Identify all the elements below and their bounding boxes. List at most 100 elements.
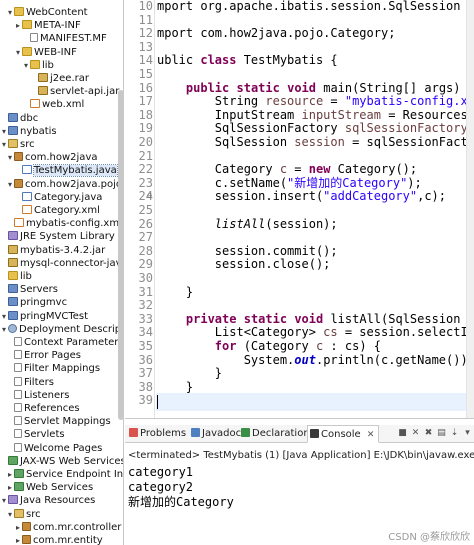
remove-all-icon[interactable]: ✖ <box>423 428 434 439</box>
tree-item[interactable]: Filter Mappings <box>6 362 100 375</box>
java-icon <box>22 165 32 174</box>
tree-item[interactable]: ▸ Web Services <box>6 481 93 494</box>
tree-item[interactable]: MANIFEST.MF <box>22 32 107 45</box>
code-editor[interactable]: 10 11 12 13 14 15 16 17 18 19 20 21 22 23 24 ⊖ 25 26 27 28 2… <box>125 0 474 418</box>
file-icon <box>14 363 22 372</box>
tab-declaration-label: Declaration <box>252 428 310 439</box>
tree-item[interactable]: ▾ Java Resources <box>0 494 95 507</box>
tree-item[interactable]: j2ee.rar <box>30 72 89 85</box>
tree-item[interactable]: pringmvc <box>0 296 67 309</box>
tree-item-label: web.xml <box>42 99 85 110</box>
terminate-icon[interactable]: ■ <box>397 428 408 439</box>
tree-item[interactable]: Error Pages <box>6 349 81 362</box>
scroll-lock-icon[interactable]: ⇣ <box>449 428 460 439</box>
close-icon[interactable]: ✕ <box>367 430 375 440</box>
tree-item[interactable]: JRE System Library [JavaS <box>0 230 123 243</box>
tree-item-label: WEB-INF <box>34 47 77 58</box>
tree-item[interactable]: Context Parameters <box>6 336 123 349</box>
expand-toggle-icon[interactable]: ▸ <box>14 19 22 32</box>
tree-item[interactable]: ▾ src <box>6 508 41 521</box>
tree-item[interactable]: ▾ nybatis <box>0 125 57 138</box>
console-launch-info: <terminated> TestMybatis (1) [Java Appli… <box>128 450 474 461</box>
expand-toggle-icon[interactable]: ▸ <box>6 468 14 481</box>
tree-item[interactable]: servlet-api.jar <box>30 85 119 98</box>
expand-toggle-icon[interactable]: ▾ <box>6 178 14 191</box>
tree-item[interactable]: Filters <box>6 376 54 389</box>
expand-toggle-icon[interactable]: ▾ <box>6 151 14 164</box>
tree-item[interactable]: ▸ Service Endpoint Interfa <box>6 468 123 481</box>
tree-item[interactable]: Welcome Pages <box>6 442 102 455</box>
remove-launch-icon[interactable]: ✕ <box>410 428 421 439</box>
tab-console[interactable]: Console ✕ <box>307 425 379 443</box>
tree-item[interactable]: JAX-WS Web Services <box>0 455 123 468</box>
code-line[interactable]: ublic class TestMybatis { <box>157 51 338 69</box>
fold-toggle-icon[interactable]: ⊖ <box>145 192 154 201</box>
tree-item[interactable]: TestMybatis.java <box>14 164 118 177</box>
tree-item[interactable]: Servers <box>0 283 58 296</box>
tree-item-label: WebContent <box>26 7 88 18</box>
tree-item[interactable]: ▾ WEB-INF <box>14 46 77 59</box>
code-line[interactable]: SqlSession session = sqlSessionFact <box>157 133 468 151</box>
tree-item[interactable]: ▾ WebContent <box>6 6 88 19</box>
tab-declaration[interactable]: Declaration <box>239 425 310 443</box>
expand-toggle-icon[interactable]: ▸ <box>14 521 22 534</box>
tree-item[interactable]: ▸ META-INF <box>14 19 81 32</box>
tab-problems[interactable]: Problems <box>127 425 187 443</box>
expand-toggle-icon[interactable]: ▾ <box>6 6 14 19</box>
expand-toggle-icon[interactable]: ▾ <box>6 508 14 521</box>
folder-icon <box>8 271 18 280</box>
tree-item[interactable]: mysql-connector-java-5.0 <box>0 257 123 270</box>
tree-item[interactable]: ▾ src <box>0 138 35 151</box>
tree-item-label: Filter Mappings <box>24 363 101 374</box>
tree-item[interactable]: Category.xml <box>14 204 100 217</box>
expand-toggle-icon[interactable]: ▾ <box>0 494 8 507</box>
expand-toggle-icon[interactable]: ▸ <box>14 534 22 545</box>
file-icon <box>14 429 22 438</box>
tree-item[interactable]: Servlets <box>6 428 65 441</box>
tree-item[interactable]: ▾ Deployment Descriptor: S <box>0 323 123 336</box>
code-line[interactable]: session.close(); <box>157 255 331 273</box>
code-line[interactable]: listAll(session); <box>157 215 338 233</box>
tree-item[interactable]: ▾ com.how2java.pojo <box>6 178 122 191</box>
tree-item[interactable]: mybatis-3.4.2.jar <box>0 244 105 257</box>
expand-toggle-icon[interactable]: ▾ <box>0 138 8 151</box>
code-line[interactable]: } <box>157 283 193 301</box>
tree-item[interactable]: lib <box>0 270 32 283</box>
expand-toggle-icon[interactable]: ▾ <box>0 323 8 336</box>
tree-item[interactable]: ▾ lib <box>22 59 54 72</box>
pkg-icon <box>22 535 31 544</box>
tree-item[interactable]: web.xml <box>22 98 84 111</box>
pkg-icon <box>22 522 31 531</box>
code-line[interactable]: } <box>157 378 193 396</box>
tree-item[interactable]: ▸ com.mr.entity <box>14 534 103 545</box>
tree-item-label: Listeners <box>24 390 70 401</box>
tree-item[interactable]: Listeners <box>6 389 69 402</box>
expand-toggle-icon[interactable]: ▾ <box>22 59 30 72</box>
tree-item[interactable]: ▸ com.mr.controller <box>14 521 121 534</box>
tree-item[interactable]: ▾ pringMVCTest <box>0 310 88 323</box>
expand-toggle-icon[interactable]: ▾ <box>0 310 8 323</box>
tree-item-label: dbc <box>20 113 39 124</box>
java-icon <box>22 192 32 201</box>
pin-console-icon[interactable]: ▾ <box>462 428 473 439</box>
tree-item[interactable]: ▾ com.how2java <box>6 151 98 164</box>
code-line[interactable]: mport org.apache.ibatis.session.SqlSessi… <box>157 0 460 15</box>
tree-item[interactable]: References <box>6 402 80 415</box>
tree-item[interactable]: dbc <box>0 112 38 125</box>
code-line[interactable]: session.insert("addCategory",c); <box>157 187 446 205</box>
expand-toggle-icon[interactable]: ▾ <box>14 46 22 59</box>
explorer-scrollbar[interactable] <box>118 90 123 420</box>
code-line[interactable]: mport com.how2java.pojo.Category; <box>157 24 395 42</box>
tree-item[interactable]: Category.java <box>14 191 102 204</box>
editor-scrollbar[interactable] <box>466 0 474 418</box>
line-number: 39 <box>138 393 153 407</box>
tree-item-label: Servlet Mappings <box>24 416 111 427</box>
tab-javadoc[interactable]: Javadoc <box>189 425 241 443</box>
expand-toggle-icon[interactable]: ▸ <box>6 481 14 494</box>
tree-item[interactable]: Servlet Mappings <box>6 415 111 428</box>
gear-icon <box>8 324 17 333</box>
clear-console-icon[interactable]: ▤ <box>436 428 447 439</box>
console-output-line: category2 <box>128 480 194 494</box>
expand-toggle-icon[interactable]: ▾ <box>0 125 8 138</box>
tree-item[interactable]: mybatis-config.xml <box>6 217 122 230</box>
